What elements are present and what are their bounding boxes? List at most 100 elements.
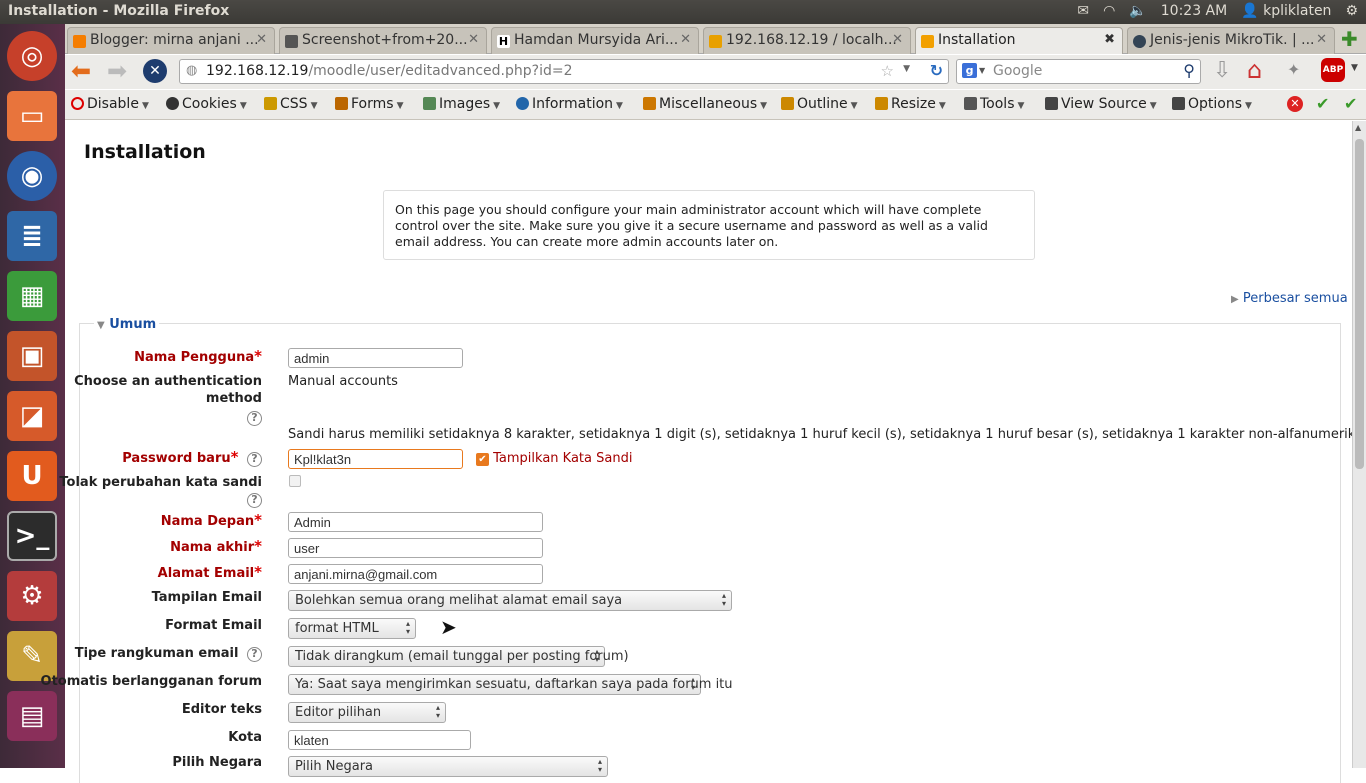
css-ok-check-icon[interactable]: ✔ xyxy=(1316,94,1329,113)
wd-images-menu[interactable]: Images ▼ xyxy=(423,96,500,112)
close-tab-icon[interactable]: ✕ xyxy=(1316,32,1327,47)
user-menu[interactable]: 👤 kpliklaten xyxy=(1241,3,1331,19)
show-password-toggle[interactable]: ✔ Tampilkan Kata Sandi xyxy=(476,451,632,466)
password-input[interactable] xyxy=(288,449,463,469)
close-tab-icon[interactable]: ✖ xyxy=(1104,32,1115,47)
select-arrows-icon: ▴ ▾ xyxy=(435,703,440,720)
software-center-icon[interactable]: ◪ xyxy=(7,391,57,441)
search-box[interactable]: g ▼ Google ⚲ xyxy=(956,59,1201,84)
wd-outline-menu[interactable]: Outline ▼ xyxy=(781,96,858,112)
addon-icon[interactable]: ✦ xyxy=(1287,60,1300,79)
history-dropdown-icon[interactable]: ▼ xyxy=(903,64,910,74)
wd-css-menu[interactable]: CSS ▼ xyxy=(264,96,317,112)
select-value: Editor pilihan xyxy=(295,705,382,720)
wd-cookies-menu[interactable]: Cookies ▼ xyxy=(166,96,247,112)
digest-select[interactable]: Tidak dirangkum (email tunggal per posti… xyxy=(288,646,629,667)
tab-blogger[interactable]: Blogger: mirna anjani ... ✕ xyxy=(67,27,275,54)
wd-information-menu[interactable]: Information ▼ xyxy=(516,96,623,112)
wd-disable-menu[interactable]: Disable ▼ xyxy=(71,96,149,112)
autosub-select[interactable]: Ya: Saat saya mengirimkan sesuatu, dafta… xyxy=(288,674,733,695)
downloads-icon[interactable]: ⇩ xyxy=(1213,58,1231,83)
expand-all-label: Perbesar semua xyxy=(1242,291,1348,306)
username-input[interactable] xyxy=(288,348,463,368)
files-icon[interactable]: ▭ xyxy=(7,91,57,141)
mail-icon[interactable]: ✉ xyxy=(1077,3,1089,19)
images-icon xyxy=(423,97,436,110)
wifi-icon[interactable]: ◠ xyxy=(1103,3,1115,19)
editor-select[interactable]: Editor pilihan ▴ ▾ xyxy=(288,702,446,723)
clock[interactable]: 10:23 AM xyxy=(1161,3,1227,19)
auth-label: Choose an authentication method? xyxy=(74,373,262,426)
help-icon[interactable]: ? xyxy=(247,493,262,508)
wd-label: Cookies xyxy=(182,96,237,112)
new-tab-plus-icon[interactable]: ✚ xyxy=(1341,27,1358,51)
workspace-switcher-icon[interactable]: ▤ xyxy=(7,691,57,741)
maildisplay-select[interactable]: Bolehkan semua orang melihat alamat emai… xyxy=(288,590,732,611)
reject-label: Tolak perubahan kata sandi? xyxy=(59,474,262,508)
wd-options-menu[interactable]: Options ▼ xyxy=(1172,96,1252,112)
disable-icon xyxy=(71,97,84,110)
settings-gear-icon[interactable]: ⚙ xyxy=(1345,3,1358,19)
search-icon[interactable]: ⚲ xyxy=(1183,61,1195,80)
url-bar[interactable]: ◍ 192.168.12.19/moodle/user/editadvanced… xyxy=(179,59,949,84)
wd-view-source-menu[interactable]: View Source ▼ xyxy=(1045,96,1157,112)
page-scrollbar[interactable]: ▲ xyxy=(1352,121,1366,768)
close-tab-icon[interactable]: ✕ xyxy=(256,32,267,47)
error-status-icon[interactable]: ✕ xyxy=(1287,96,1303,112)
select-value: Ya: Saat saya mengirimkan sesuatu, dafta… xyxy=(295,677,733,692)
engine-dropdown-icon[interactable]: ▼ xyxy=(979,66,985,75)
wd-label: View Source xyxy=(1061,96,1147,112)
impress-icon[interactable]: ▣ xyxy=(7,331,57,381)
help-icon[interactable]: ? xyxy=(247,647,262,662)
adblock-icon[interactable]: ABP xyxy=(1321,58,1345,82)
email-input[interactable] xyxy=(288,564,543,584)
system-settings-icon[interactable]: ⚙ xyxy=(7,571,57,621)
close-tab-icon[interactable]: ✕ xyxy=(892,32,903,47)
js-ok-check-icon[interactable]: ✔ xyxy=(1344,94,1357,113)
forward-arrow-icon[interactable]: ➡ xyxy=(107,57,127,85)
volume-icon[interactable]: 🔈 xyxy=(1129,3,1146,19)
help-icon[interactable]: ? xyxy=(247,411,262,426)
tab-phpmyadmin[interactable]: 192.168.12.19 / localh... ✕ xyxy=(703,27,911,54)
tab-installation[interactable]: Installation ✖ xyxy=(915,27,1123,54)
calc-icon[interactable]: ▦ xyxy=(7,271,57,321)
back-arrow-icon[interactable]: ⬅ xyxy=(71,57,91,85)
wd-forms-menu[interactable]: Forms ▼ xyxy=(335,96,403,112)
firstname-input[interactable] xyxy=(288,512,543,532)
wd-tools-menu[interactable]: Tools ▼ xyxy=(964,96,1024,112)
firefox-icon[interactable]: ◉ xyxy=(7,151,57,201)
web-page: Installation On this page you should con… xyxy=(41,121,1366,783)
moodle-favicon-icon xyxy=(921,35,934,48)
scroll-up-icon[interactable]: ▲ xyxy=(1355,123,1361,132)
reload-icon[interactable]: ↻ xyxy=(930,61,943,80)
ubuntu-one-icon[interactable]: U xyxy=(7,451,57,501)
tab-screenshot[interactable]: Screenshot+from+20... ✕ xyxy=(279,27,487,54)
select-arrows-icon: ▴ ▾ xyxy=(594,647,599,664)
url-path: /moodle/user/editadvanced.php?id=2 xyxy=(308,63,573,79)
close-tab-icon[interactable]: ✕ xyxy=(680,32,691,47)
home-icon[interactable]: ⌂ xyxy=(1247,56,1262,84)
tab-mikrotik[interactable]: Jenis-jenis MikroTik. | ... ✕ xyxy=(1127,27,1335,54)
google-engine-icon[interactable]: g xyxy=(962,63,977,78)
wd-resize-menu[interactable]: Resize ▼ xyxy=(875,96,946,112)
bookmark-star-icon[interactable]: ☆ xyxy=(881,62,894,80)
mailformat-select[interactable]: format HTML ▴ ▾ xyxy=(288,618,416,639)
writer-icon[interactable]: ≣ xyxy=(7,211,57,261)
close-tab-icon[interactable]: ✕ xyxy=(468,32,479,47)
terminal-icon[interactable]: >_ xyxy=(7,511,57,561)
ubuntu-dash-icon[interactable]: ◎ xyxy=(7,31,57,81)
webdev-toolbar-icon[interactable]: ✕ xyxy=(143,59,167,83)
wd-miscellaneous-menu[interactable]: Miscellaneous ▼ xyxy=(643,96,767,112)
reject-checkbox[interactable] xyxy=(289,475,301,487)
lastname-input[interactable] xyxy=(288,538,543,558)
section-toggle-umum[interactable]: ▼ Umum xyxy=(94,317,160,332)
country-select[interactable]: Pilih Negara ▴ ▾ xyxy=(288,756,608,777)
adblock-dropdown-icon[interactable]: ▼ xyxy=(1351,63,1358,73)
tab-hamdan[interactable]: H Hamdan Mursyida Ari... ✕ xyxy=(491,27,699,54)
help-icon[interactable]: ? xyxy=(247,452,262,467)
city-input[interactable] xyxy=(288,730,471,750)
password-label-text: Password baru xyxy=(122,451,231,466)
expand-all-link[interactable]: ▶ Perbesar semua xyxy=(1231,291,1348,306)
select-value: Pilih Negara xyxy=(295,759,374,774)
scrollbar-thumb[interactable] xyxy=(1355,139,1364,469)
